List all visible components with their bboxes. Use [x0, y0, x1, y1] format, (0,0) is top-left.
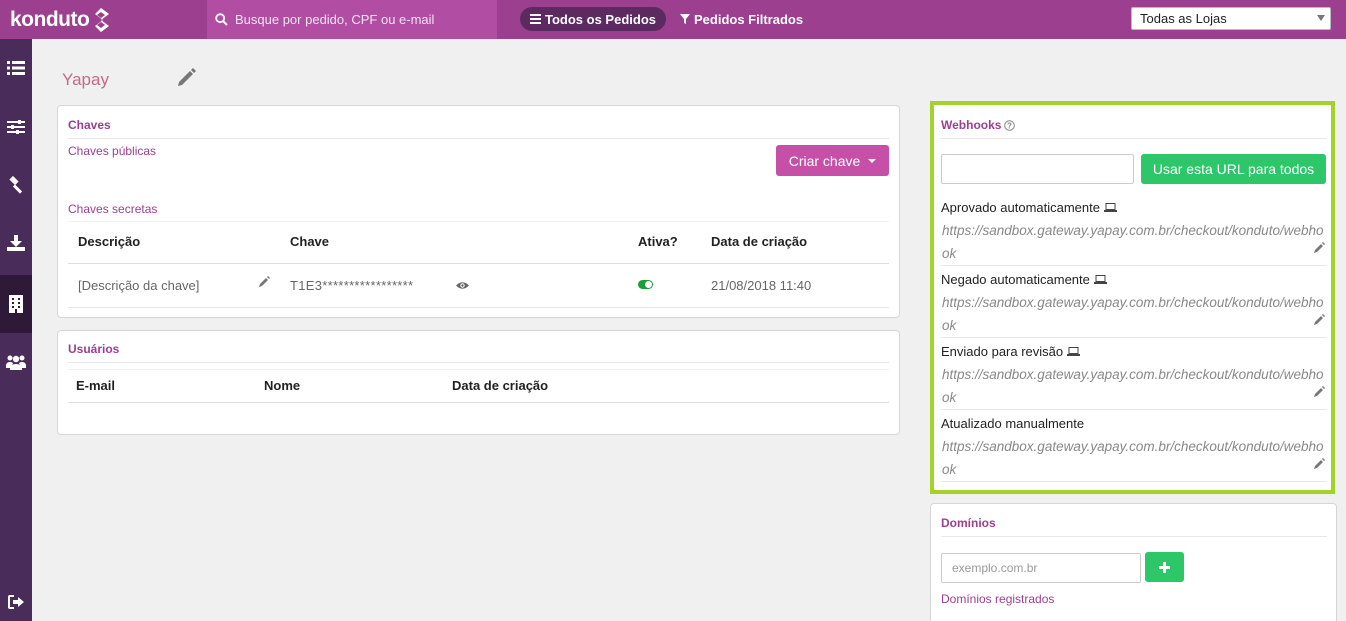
logo-text: konduto — [10, 8, 90, 31]
divider — [68, 221, 889, 222]
divider — [68, 138, 889, 139]
column-header: Descrição — [78, 234, 141, 249]
column-header: Nome — [264, 378, 301, 393]
webhook-review-label: Enviado para revisão — [941, 344, 1081, 359]
webhook-url-input[interactable] — [941, 154, 1134, 184]
divider — [68, 369, 889, 370]
help-icon[interactable]: ? — [1004, 119, 1016, 131]
laptop-icon — [1067, 347, 1081, 356]
tab-filtered-orders[interactable]: Pedidos Filtrados — [670, 7, 813, 31]
sidebar-item-settings[interactable] — [0, 98, 32, 156]
webhook-item-label: Negado automaticamente — [941, 272, 1090, 287]
menu-icon — [530, 14, 541, 24]
webhook-item-label: Atualizado manualmente — [941, 416, 1085, 431]
list-icon — [7, 61, 25, 75]
domain-input[interactable] — [941, 553, 1141, 583]
webhook-review-url[interactable]: https://sandbox.gateway.yapay.com.br/che… — [942, 363, 1327, 409]
konduto-logo[interactable]: konduto — [10, 6, 112, 34]
sidebar-item-users[interactable] — [0, 333, 32, 391]
pencil-icon[interactable] — [1314, 386, 1325, 397]
sidebar-item-downloads[interactable] — [0, 214, 32, 272]
sidebar-item-logout[interactable] — [0, 582, 32, 621]
webhook-approved-label: Aprovado automaticamente — [941, 200, 1117, 215]
divider — [941, 265, 1327, 266]
laptop-icon — [1103, 203, 1117, 212]
divider — [941, 481, 1327, 482]
pencil-icon[interactable] — [1314, 458, 1325, 469]
sliders-icon — [7, 120, 25, 134]
tab-all-orders[interactable]: Todos os Pedidos — [520, 7, 666, 31]
secret-keys-label: Chaves secretas — [68, 202, 158, 216]
divider — [941, 536, 1327, 537]
webhook-denied-label: Negado automaticamente — [941, 272, 1107, 287]
public-keys-label: Chaves públicas — [68, 144, 157, 158]
pencil-icon[interactable] — [1314, 314, 1325, 325]
users-icon — [6, 355, 26, 370]
divider — [941, 337, 1327, 338]
webhook-manual-url[interactable]: https://sandbox.gateway.yapay.com.br/che… — [942, 435, 1327, 481]
registered-domains-label: Domínios registrados — [941, 592, 1055, 606]
page-title: Yapay — [62, 70, 109, 89]
webhooks-heading: Webhooks ? — [941, 118, 1016, 132]
sidebar-item-store[interactable] — [0, 275, 32, 333]
search-input[interactable] — [235, 12, 485, 27]
key-created-date: 21/08/2018 11:40 — [711, 278, 812, 293]
gavel-icon — [9, 176, 23, 194]
use-url-for-all-label: Usar esta URL para todos — [1152, 161, 1315, 177]
create-key-label: Criar chave — [788, 152, 861, 169]
webhook-item-label: Enviado para revisão — [941, 344, 1064, 359]
tab-filtered-orders-label: Pedidos Filtrados — [694, 11, 804, 27]
top-navbar: konduto Todos os Pedidos Pedidos Filtrad… — [0, 0, 1346, 39]
webhook-approved-url[interactable]: https://sandbox.gateway.yapay.com.br/che… — [942, 219, 1327, 265]
svg-text:?: ? — [1008, 121, 1013, 130]
store-select-value: Todas as Lojas — [1140, 11, 1227, 26]
building-icon — [9, 295, 23, 313]
key-active-toggle[interactable] — [638, 280, 653, 289]
sidebar-item-orders[interactable] — [0, 39, 32, 97]
column-header: Ativa? — [638, 234, 678, 249]
filter-icon — [680, 14, 690, 24]
sidebar — [0, 39, 32, 621]
column-header: Data de criação — [711, 234, 808, 249]
tab-all-orders-label: Todos os Pedidos — [545, 11, 656, 27]
keys-heading: Chaves — [68, 118, 111, 132]
create-key-button[interactable]: Criar chave — [776, 145, 889, 176]
domains-heading: Domínios — [941, 516, 996, 530]
webhooks-title: Webhooks — [941, 118, 1002, 132]
plus-icon — [1159, 561, 1170, 573]
pencil-icon[interactable] — [1314, 242, 1325, 253]
pencil-icon[interactable] — [259, 276, 270, 287]
sign-out-icon — [8, 595, 24, 609]
column-header: E-mail — [76, 378, 116, 393]
divider — [941, 138, 1327, 139]
laptop-icon — [1093, 275, 1107, 284]
divider — [68, 362, 889, 363]
store-select[interactable]: Todas as Lojas — [1131, 7, 1331, 30]
chevron-down-icon — [1317, 15, 1325, 21]
users-heading: Usuários — [68, 342, 120, 356]
table-header-divider — [68, 263, 889, 264]
pencil-icon[interactable] — [176, 66, 198, 88]
sidebar-item-rules[interactable] — [0, 156, 32, 214]
caret-down-icon — [868, 158, 877, 163]
key-masked-value: T1E3***************** — [290, 278, 414, 293]
divider — [68, 307, 889, 308]
table-header-divider — [68, 402, 889, 403]
webhook-item-label: Aprovado automaticamente — [941, 200, 1100, 215]
download-icon — [7, 235, 25, 251]
use-url-for-all-button[interactable]: Usar esta URL para todos — [1141, 154, 1326, 184]
divider — [941, 409, 1327, 410]
column-header: Data de criação — [452, 378, 549, 393]
webhook-manual-label: Atualizado manualmente — [941, 416, 1084, 431]
eye-icon[interactable] — [456, 281, 469, 290]
key-description[interactable]: [Descrição da chave] — [78, 278, 199, 293]
webhook-denied-url[interactable]: https://sandbox.gateway.yapay.com.br/che… — [942, 291, 1327, 337]
add-domain-button[interactable] — [1145, 552, 1184, 582]
search-bar[interactable] — [207, 0, 497, 39]
logo-mark-icon — [95, 8, 110, 32]
column-header: Chave — [290, 234, 330, 249]
search-icon — [215, 13, 228, 26]
